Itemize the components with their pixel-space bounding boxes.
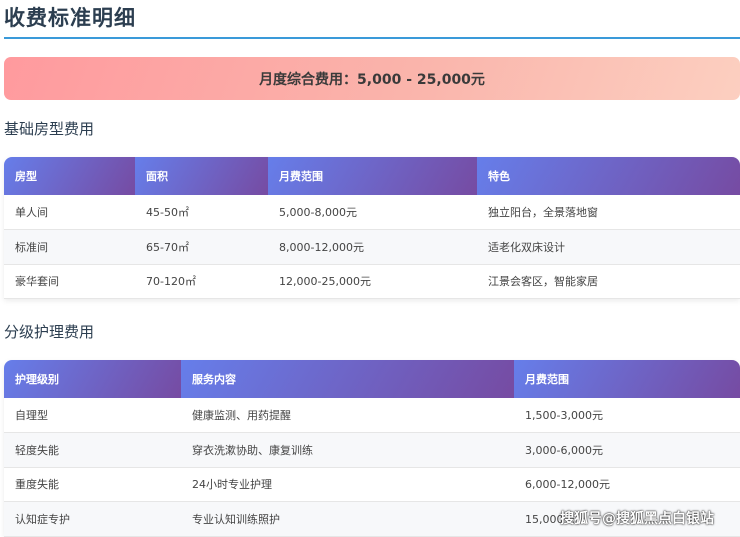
column-header: 月费范围 [514,360,740,398]
care-service: 穿衣洗漱协助、康复训练 [181,432,514,468]
room-feature: 独立阳台，全景落地窗 [477,195,740,230]
room-type: 标准间 [4,229,135,265]
room-area: 70-120㎡ [135,264,268,299]
care-service: 专业认知训练照护 [181,501,514,537]
table-row: 轻度失能 穿衣洗漱协助、康复训练 3,000-6,000元 [4,432,740,468]
watermark: 搜狐号@搜狐黑点白银站 [560,511,714,527]
room-fee-table: 房型 面积 月费范围 特色 单人间 45-50㎡ 5,000-8,000元 独立阳台，… [4,157,740,299]
title-divider [4,37,740,39]
care-fee: 1,500-3,000元 [514,398,740,433]
column-header: 护理级别 [4,360,181,398]
care-service: 健康监测、用药提醒 [181,398,514,433]
room-area: 65-70㎡ [135,229,268,265]
table-header-row: 房型 面积 月费范围 特色 [4,157,740,195]
care-section-heading: 分级护理费用 [4,323,95,341]
table-row: 自理型 健康监测、用药提醒 1,500-3,000元 [4,398,740,433]
care-level: 轻度失能 [4,432,181,468]
table-header-row: 护理级别 服务内容 月费范围 [4,360,740,398]
column-header: 特色 [477,157,740,195]
monthly-fee-banner: 月度综合费用：5,000 - 25,000元 [4,57,740,100]
care-level: 认知症专护 [4,501,181,537]
table-row: 重度失能 24小时专业护理 6,000-12,000元 [4,467,740,502]
table-row: 单人间 45-50㎡ 5,000-8,000元 独立阳台，全景落地窗 [4,195,740,230]
room-feature: 江景会客区，智能家居 [477,264,740,299]
column-header: 月费范围 [268,157,477,195]
care-fee: 3,000-6,000元 [514,432,740,468]
room-fee: 8,000-12,000元 [268,229,477,265]
page-title: 收费标准明细 [4,6,136,30]
column-header: 服务内容 [181,360,514,398]
column-header: 面积 [135,157,268,195]
room-fee: 5,000-8,000元 [268,195,477,230]
room-fee: 12,000-25,000元 [268,264,477,299]
room-feature: 适老化双床设计 [477,229,740,265]
room-type: 豪华套间 [4,264,135,299]
care-level: 自理型 [4,398,181,433]
room-area: 45-50㎡ [135,195,268,230]
room-type: 单人间 [4,195,135,230]
care-fee: 6,000-12,000元 [514,467,740,502]
care-service: 24小时专业护理 [181,467,514,502]
table-row: 豪华套间 70-120㎡ 12,000-25,000元 江景会客区，智能家居 [4,264,740,299]
table-row: 标准间 65-70㎡ 8,000-12,000元 适老化双床设计 [4,229,740,265]
column-header: 房型 [4,157,135,195]
room-section-heading: 基础房型费用 [4,120,95,138]
care-level: 重度失能 [4,467,181,502]
